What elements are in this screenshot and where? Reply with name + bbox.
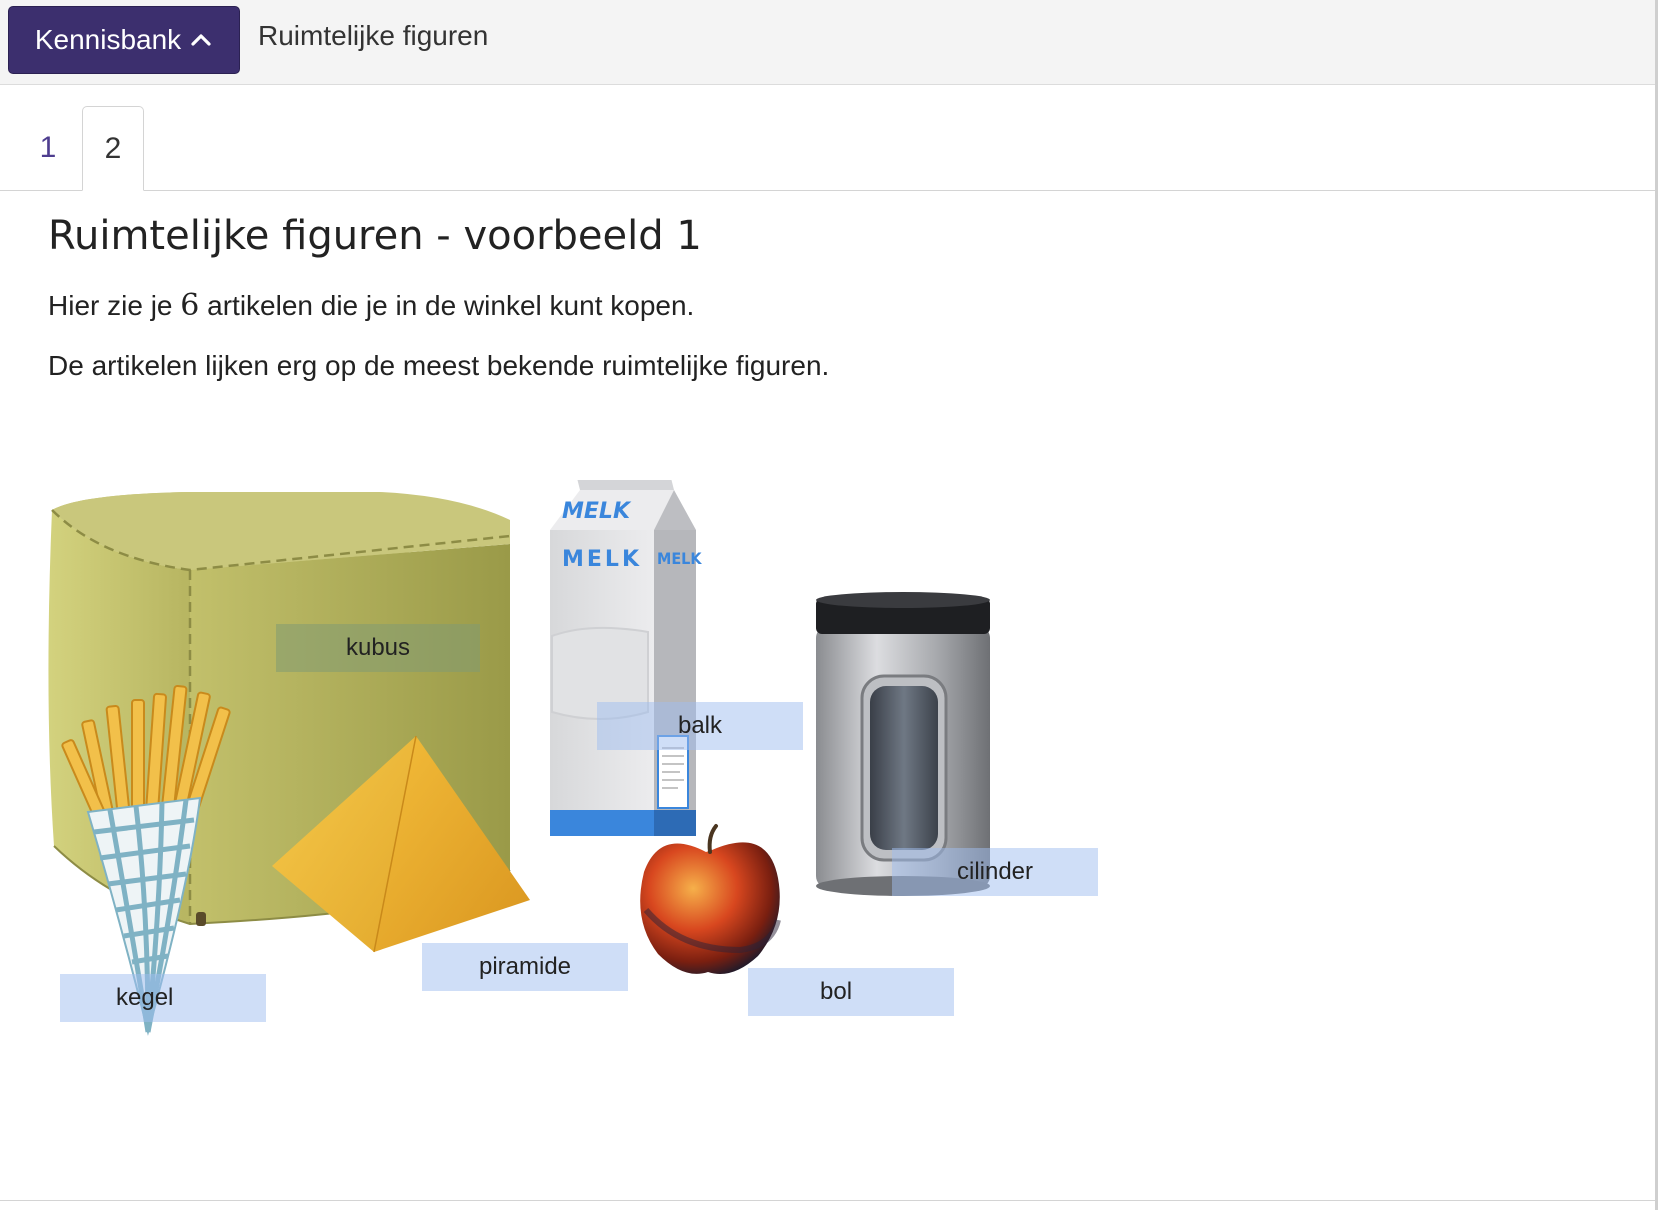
apple-object <box>640 824 781 974</box>
carton-side-text: MELK <box>657 549 702 568</box>
tab-bar: 1 2 <box>0 106 1655 191</box>
page-title: Ruimtelijke figuren - voorbeeld 1 <box>48 213 702 259</box>
milk-carton-object: MELK MELK MELK <box>550 480 702 836</box>
top-bar: Kennisbank Ruimtelijke figuren <box>0 0 1658 85</box>
intro-paragraph: Hier zie je 6 artikelen die je in de win… <box>48 288 694 323</box>
label-kubus: kubus <box>276 624 480 672</box>
tab-2[interactable]: 2 <box>82 106 144 191</box>
label-cilinder: cilinder <box>892 848 1098 896</box>
breadcrumb-title: Ruimtelijke figuren <box>258 20 489 51</box>
carton-front-text: MELK <box>562 547 642 572</box>
chevron-up-icon <box>191 34 211 46</box>
kennisbank-button[interactable]: Kennisbank <box>8 6 240 74</box>
intro-text-end: artikelen die je in de winkel kunt kopen… <box>199 290 695 321</box>
label-bol: bol <box>748 968 954 1016</box>
intro-number: 6 <box>180 288 200 323</box>
label-kegel: kegel <box>60 974 266 1022</box>
second-paragraph: De artikelen lijken erg op de meest beke… <box>48 350 830 381</box>
label-piramide: piramide <box>422 943 628 991</box>
kennisbank-label: Kennisbank <box>34 24 182 55</box>
tab-1[interactable]: 1 <box>20 106 76 190</box>
intro-text-start: Hier zie je <box>48 290 181 321</box>
bottom-divider <box>0 1200 1655 1201</box>
label-balk: balk <box>597 702 803 750</box>
carton-top-text: MELK <box>562 499 632 524</box>
